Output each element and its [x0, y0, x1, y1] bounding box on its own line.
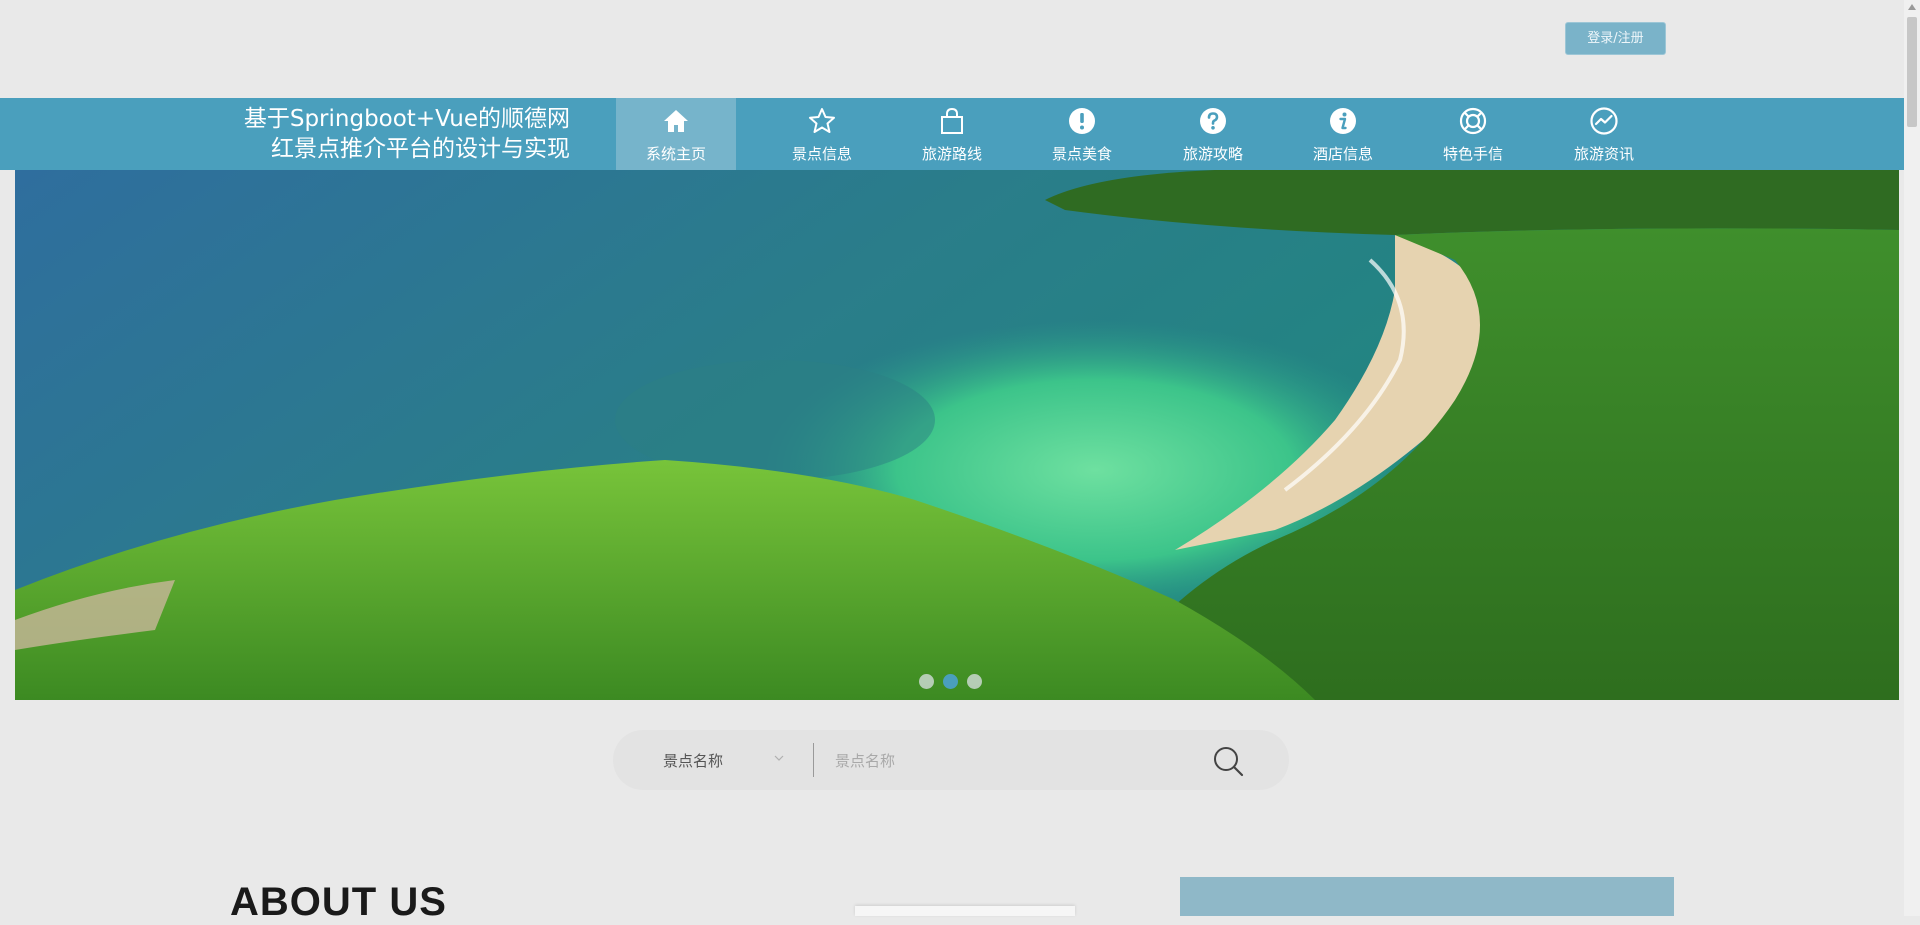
nav-item-souvenirs[interactable]: 特色手信 — [1413, 98, 1533, 170]
banner-image — [15, 170, 1899, 700]
search-field-selected-value: 景点名称 — [663, 752, 724, 770]
nav-item-label: 旅游攻略 — [1182, 145, 1243, 163]
carousel-dot-3[interactable] — [967, 674, 982, 689]
nav-item-routes[interactable]: 旅游路线 — [892, 98, 1012, 170]
nav-item-label: 旅游路线 — [921, 145, 982, 163]
search-bar: 景点名称 — [613, 730, 1289, 790]
about-image-card — [855, 906, 1075, 916]
banner-carousel[interactable] — [15, 170, 1899, 700]
nav-item-guides[interactable]: 旅游攻略 — [1153, 98, 1273, 170]
top-bar: 登录/注册 — [0, 0, 1904, 98]
scrollbar-thumb[interactable] — [1907, 17, 1917, 127]
info-circle-icon — [1330, 108, 1356, 134]
nav-item-label: 酒店信息 — [1312, 145, 1373, 163]
shopping-bag-icon — [941, 107, 963, 134]
search-icon[interactable] — [1211, 744, 1245, 778]
lifebuoy-icon — [1459, 107, 1487, 135]
search-field-select[interactable]: 景点名称 — [663, 730, 803, 790]
search-divider — [813, 743, 814, 777]
star-icon — [809, 108, 835, 133]
login-register-button[interactable]: 登录/注册 — [1565, 22, 1666, 55]
about-side-panel — [1180, 877, 1674, 916]
nav-item-label: 旅游资讯 — [1573, 145, 1634, 163]
about-title: ABOUT US — [230, 880, 447, 924]
nav-item-label: 系统主页 — [645, 145, 706, 163]
nav-item-food[interactable]: 景点美食 — [1022, 98, 1142, 170]
nav-item-hotels[interactable]: 酒店信息 — [1283, 98, 1403, 170]
chevron-down-icon — [774, 755, 784, 761]
nav-item-label: 景点信息 — [791, 145, 852, 163]
site-title-line2: 红景点推介平台的设计与实现 — [271, 136, 570, 162]
trend-circle-icon — [1590, 107, 1618, 135]
question-circle-icon — [1200, 108, 1226, 134]
nav-item-attractions[interactable]: 景点信息 — [762, 98, 882, 170]
exclamation-circle-icon — [1069, 108, 1095, 134]
scrollbar[interactable] — [1904, 0, 1920, 916]
scroll-up-arrow-icon[interactable] — [1908, 4, 1916, 10]
nav-item-label: 景点美食 — [1051, 145, 1112, 163]
home-icon — [664, 110, 688, 132]
carousel-dot-2[interactable] — [943, 674, 958, 689]
search-input[interactable] — [833, 744, 1197, 778]
nav-item-label: 特色手信 — [1442, 145, 1503, 163]
nav-item-news[interactable]: 旅游资讯 — [1544, 98, 1664, 170]
site-title-line1: 基于Springboot+Vue的顺德网 — [243, 106, 570, 132]
nav-item-home[interactable]: 系统主页 — [616, 98, 736, 170]
site-title: 基于Springboot+Vue的顺德网 红景点推介平台的设计与实现 — [190, 104, 570, 164]
carousel-dot-1[interactable] — [919, 674, 934, 689]
